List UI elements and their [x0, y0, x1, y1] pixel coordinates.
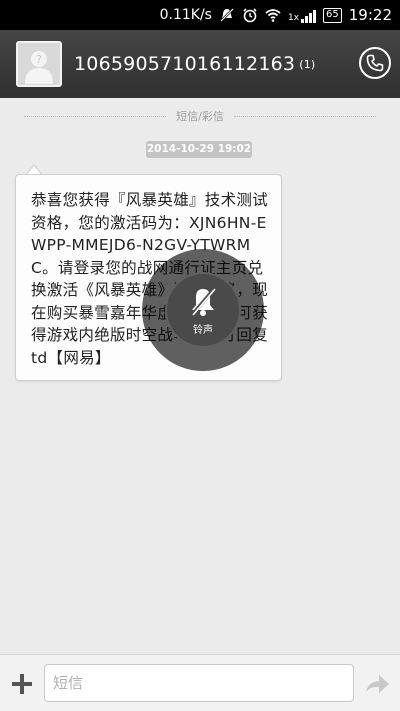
compose-bar: [0, 654, 400, 711]
message-input[interactable]: [44, 664, 354, 702]
send-arrow-icon: [366, 675, 389, 693]
status-bar: 0.11K/s 1x 65 19:22: [0, 0, 400, 30]
default-contact-icon: ?: [25, 51, 53, 84]
phone-icon: [366, 54, 384, 72]
thread-type-label: 短信/彩信: [14, 108, 386, 124]
signal-icon: 1x: [287, 7, 317, 23]
network-speed: 0.11K/s: [159, 7, 212, 23]
message-timestamp: 2014-10-29 19:02: [146, 141, 252, 158]
ringtone-label: 铃声: [193, 324, 213, 336]
svg-text:?: ?: [36, 53, 42, 66]
avatar[interactable]: ?: [16, 41, 62, 87]
alarm-icon: [242, 7, 258, 23]
call-button[interactable]: [359, 47, 391, 79]
battery-indicator: 65: [323, 7, 342, 23]
contact-name[interactable]: 106590571016112163 (1): [74, 53, 315, 75]
contact-number: 10659057101611216: [74, 53, 283, 75]
plus-icon: [12, 674, 32, 694]
signal-label: 1x: [287, 13, 300, 23]
send-button[interactable]: [364, 672, 390, 696]
contact-number-tail: 3: [282, 53, 296, 75]
thread-type-text: 短信/彩信: [176, 110, 224, 123]
mute-notification-icon: [219, 7, 235, 23]
bell-muted-icon: [190, 287, 216, 316]
ringtone-button[interactable]: 铃声: [165, 272, 241, 348]
message-count: (1): [299, 58, 316, 71]
conversation-header: ? 106590571016112163 (1): [0, 30, 400, 98]
status-time: 19:22: [348, 6, 392, 24]
wifi-icon: [265, 7, 281, 23]
ringtone-overlay[interactable]: 铃声: [142, 249, 264, 371]
add-attachment-button[interactable]: [10, 672, 34, 696]
